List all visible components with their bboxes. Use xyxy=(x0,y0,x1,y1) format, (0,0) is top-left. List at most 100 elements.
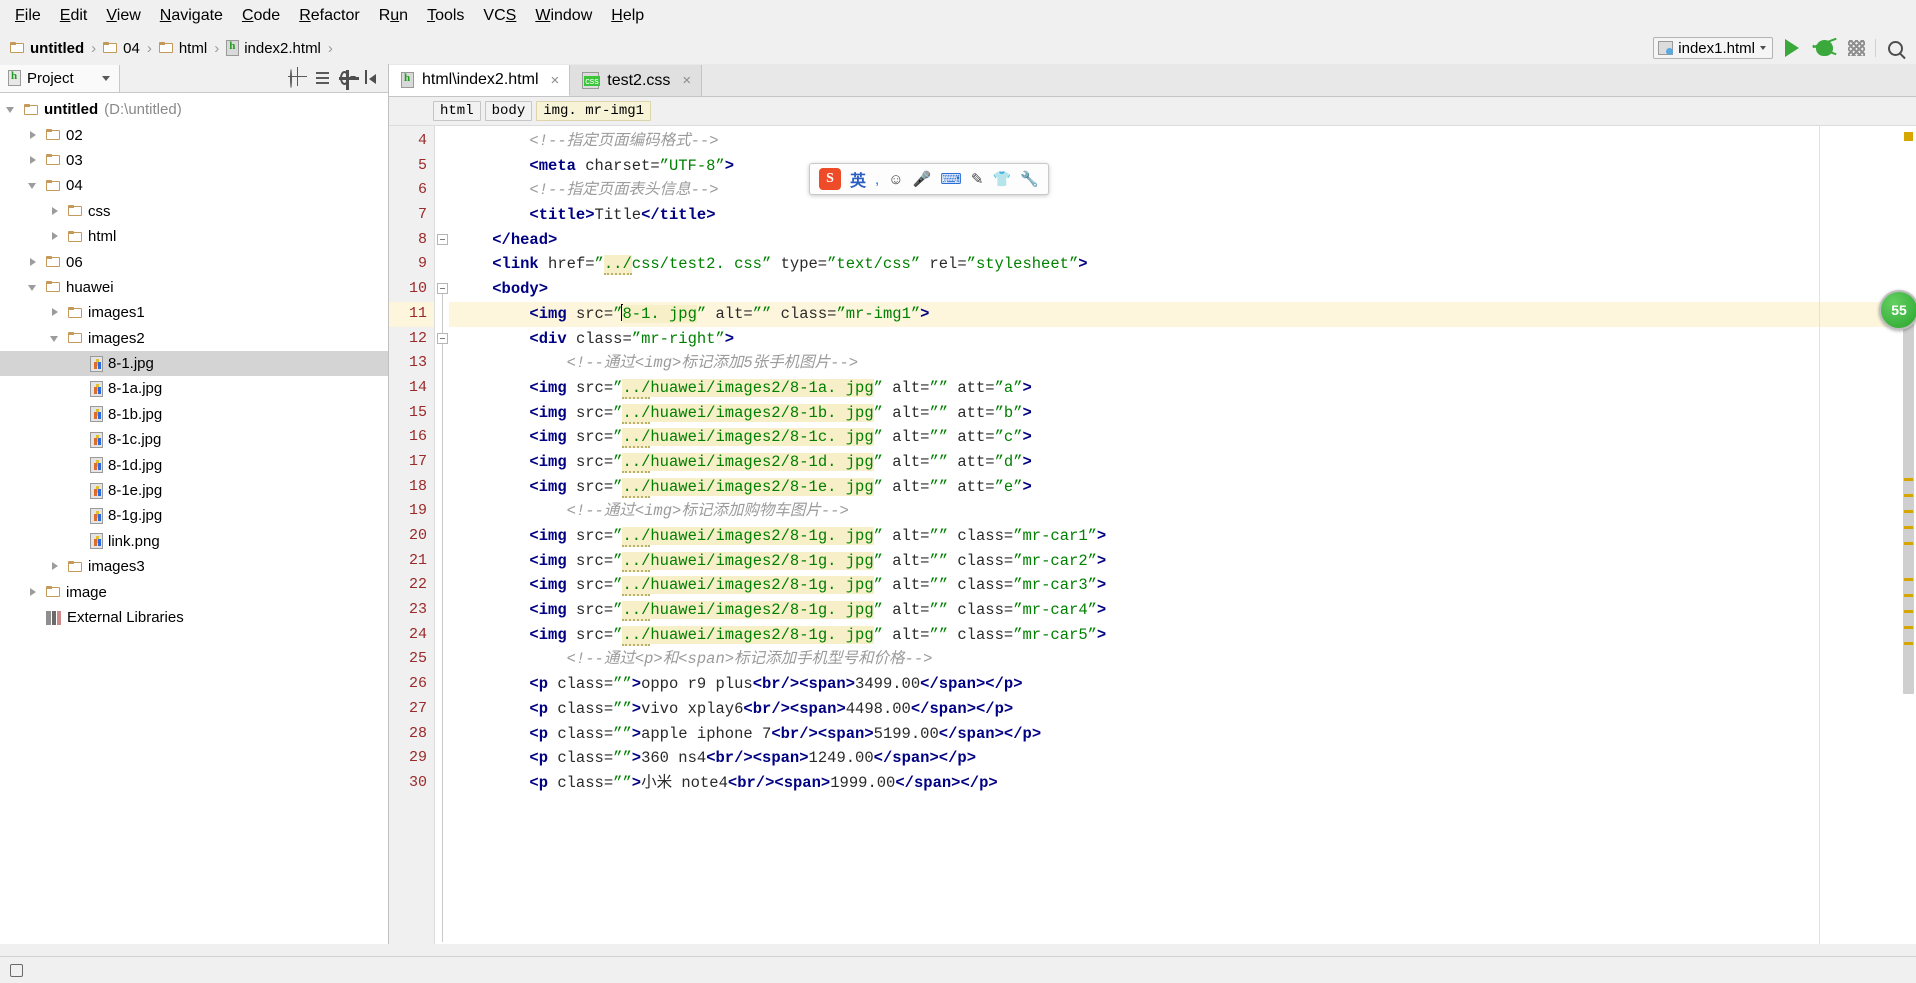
line-number[interactable]: 5 xyxy=(389,154,434,179)
code-line[interactable]: <img src=”../huawei/images2/8-1c. jpg” a… xyxy=(449,425,1916,450)
stripe-marker[interactable] xyxy=(1904,642,1913,645)
breadcrumb-chip-img[interactable]: img. mr-img1 xyxy=(536,101,652,121)
stripe-marker[interactable] xyxy=(1904,132,1913,141)
scroll-from-source-button[interactable] xyxy=(290,69,306,88)
code-lines[interactable]: <!--指定页面编码格式--> <meta charset=”UTF-8”> <… xyxy=(449,126,1916,944)
code-line[interactable]: <img src=”8-1. jpg” alt=”” class=”mr-img… xyxy=(449,301,1916,327)
collapse-all-button[interactable] xyxy=(315,70,331,86)
breadcrumb-index2html[interactable]: index2.html xyxy=(224,39,323,58)
line-number[interactable]: 13 xyxy=(389,351,434,376)
line-number[interactable]: 11 xyxy=(389,301,434,327)
line-number[interactable]: 4 xyxy=(389,129,434,154)
tree-item-8-1g-jpg[interactable]: 8-1g.jpg xyxy=(0,503,388,528)
close-icon[interactable]: × xyxy=(682,72,691,89)
line-number[interactable]: 29 xyxy=(389,746,434,771)
tree-item-03[interactable]: 03 xyxy=(0,148,388,173)
stripe-marker[interactable] xyxy=(1904,494,1913,497)
menu-navigate[interactable]: Navigate xyxy=(151,4,232,28)
breadcrumb-04[interactable]: 04 xyxy=(101,39,142,58)
line-number[interactable]: 14 xyxy=(389,376,434,401)
code-line[interactable]: <!--通过<p>和<span>标记添加手机型号和价格--> xyxy=(449,647,1916,672)
code-line[interactable]: <!--通过<img>标记添加5张手机图片--> xyxy=(449,351,1916,376)
line-number[interactable]: 8 xyxy=(389,228,434,253)
chevron-down-icon[interactable] xyxy=(28,282,39,293)
stripe-marker[interactable] xyxy=(1904,542,1913,545)
hide-panel-button[interactable] xyxy=(365,70,381,86)
code-line[interactable]: <div class=”mr-right”> xyxy=(449,327,1916,352)
line-number[interactable]: 12 xyxy=(389,327,434,352)
line-number[interactable]: 7 xyxy=(389,203,434,228)
project-view-selector[interactable]: Project xyxy=(0,64,120,92)
project-tree[interactable]: untitled (D:\untitled) 02 03 04 css html 06 huaw… xyxy=(0,93,388,944)
chevron-right-icon[interactable] xyxy=(28,155,39,166)
tree-item-06[interactable]: 06 xyxy=(0,249,388,274)
line-number[interactable]: 15 xyxy=(389,401,434,426)
menu-tools[interactable]: Tools xyxy=(418,4,473,28)
menu-window[interactable]: Window xyxy=(526,4,601,28)
code-line[interactable]: <img src=”../huawei/images2/8-1g. jpg” a… xyxy=(449,549,1916,574)
tree-item-images1[interactable]: images1 xyxy=(0,300,388,325)
line-number[interactable]: 26 xyxy=(389,672,434,697)
line-number[interactable]: 30 xyxy=(389,771,434,796)
menu-vcs[interactable]: VCS xyxy=(474,4,525,28)
stripe-marker[interactable] xyxy=(1904,478,1913,481)
close-icon[interactable]: × xyxy=(551,72,560,89)
editor-tab-test2css[interactable]: test2.css × xyxy=(570,65,703,96)
panel-settings-button[interactable] xyxy=(339,70,359,90)
keyboard-icon[interactable]: ⌨ xyxy=(940,170,962,188)
ime-mode-label[interactable]: 英 xyxy=(850,167,866,191)
run-configuration-selector[interactable]: index1.html xyxy=(1653,37,1773,59)
code-line[interactable]: <img src=”../huawei/images2/8-1g. jpg” a… xyxy=(449,573,1916,598)
code-line[interactable]: <p class=””>oppo r9 plus<br/><span>3499.… xyxy=(449,672,1916,697)
breadcrumb-untitled[interactable]: untitled xyxy=(8,39,86,58)
fold-toggle-body[interactable] xyxy=(437,283,448,295)
chevron-right-icon[interactable] xyxy=(50,206,61,217)
code-line[interactable]: <!--指定页面编码格式--> xyxy=(449,129,1916,154)
line-number[interactable]: 21 xyxy=(389,549,434,574)
code-line[interactable]: </head> xyxy=(449,228,1916,253)
code-line[interactable]: <img src=”../huawei/images2/8-1g. jpg” a… xyxy=(449,524,1916,549)
line-number[interactable]: 23 xyxy=(389,598,434,623)
tree-item-images2[interactable]: images2 xyxy=(0,326,388,351)
stripe-marker[interactable] xyxy=(1904,526,1913,529)
code-line[interactable]: <body> xyxy=(449,277,1916,302)
emoji-icon[interactable]: ☺ xyxy=(888,171,903,188)
tree-item-8-1b-jpg[interactable]: 8-1b.jpg xyxy=(0,402,388,427)
breadcrumb-chip-html[interactable]: html xyxy=(433,101,481,121)
code-line[interactable]: <img src=”../huawei/images2/8-1g. jpg” a… xyxy=(449,623,1916,648)
code-line[interactable]: <p class=””>小米 note4<br/><span>1999.00</… xyxy=(449,771,1916,796)
code-line[interactable]: <!--指定页面表头信息--> xyxy=(449,178,1916,203)
chevron-right-icon[interactable] xyxy=(50,307,61,318)
editor-tab-index2html[interactable]: html\index2.html × xyxy=(389,65,571,96)
menu-refactor[interactable]: Refactor xyxy=(290,4,368,28)
code-line[interactable]: <!--通过<img>标记添加购物车图片--> xyxy=(449,499,1916,524)
voice-input-icon[interactable]: 🎤 xyxy=(913,170,932,188)
line-number[interactable]: 28 xyxy=(389,722,434,747)
inspection-badge[interactable]: 55 xyxy=(1879,290,1916,330)
chevron-down-icon[interactable] xyxy=(50,333,61,344)
line-number[interactable]: 9 xyxy=(389,252,434,277)
skin-icon[interactable]: 👕 xyxy=(992,170,1011,188)
menu-run[interactable]: Run xyxy=(370,4,417,28)
chevron-right-icon[interactable] xyxy=(50,231,61,242)
tree-item-images3[interactable]: images3 xyxy=(0,554,388,579)
code-line[interactable]: <meta charset=”UTF-8”> xyxy=(449,154,1916,179)
punctuation-toggle-icon[interactable]: , xyxy=(875,171,879,188)
error-stripe[interactable]: 55 xyxy=(1879,126,1916,944)
chevron-right-icon[interactable] xyxy=(50,561,61,572)
menu-code[interactable]: Code xyxy=(233,4,289,28)
code-line[interactable]: <title>Title</title> xyxy=(449,203,1916,228)
fold-toggle-head[interactable] xyxy=(437,233,448,245)
tree-item-huawei[interactable]: huawei xyxy=(0,275,388,300)
line-number[interactable]: 20 xyxy=(389,524,434,549)
line-number[interactable]: 6 xyxy=(389,178,434,203)
fold-toggle-div[interactable] xyxy=(437,332,448,344)
stripe-marker[interactable] xyxy=(1904,510,1913,513)
chevron-down-icon[interactable] xyxy=(6,104,17,115)
chevron-down-icon[interactable] xyxy=(28,180,39,191)
line-number[interactable]: 22 xyxy=(389,573,434,598)
code-editor[interactable]: 4 5 6 7 8 9 10 11 12 13 14 15 16 17 18 19 20 21 22 23 24 25 26… xyxy=(389,126,1916,944)
tree-item-untitled[interactable]: untitled (D:\untitled) xyxy=(0,97,388,122)
line-number[interactable]: 19 xyxy=(389,499,434,524)
ime-floating-toolbar[interactable]: S 英 , ☺ 🎤 ⌨ ✎ 👕 🔧 xyxy=(809,163,1049,195)
